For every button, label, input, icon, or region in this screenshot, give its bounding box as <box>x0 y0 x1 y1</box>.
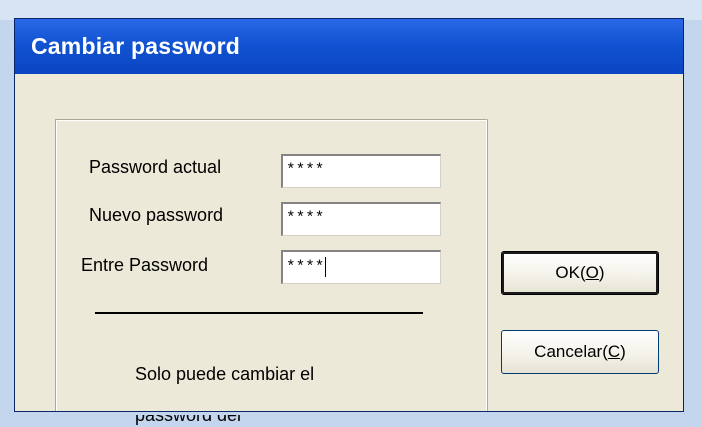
password-note-clipped: password del <box>87 415 427 427</box>
text-cursor <box>325 257 327 277</box>
dialog-title-bar[interactable]: Cambiar password <box>15 19 683 74</box>
current-password-value: **** <box>286 161 325 179</box>
ok-label-prefix: OK( <box>555 263 586 282</box>
confirm-password-value: **** <box>286 258 325 277</box>
confirm-password-field[interactable]: **** <box>281 250 441 284</box>
cancel-button[interactable]: Cancelar(C) <box>501 330 659 374</box>
new-password-value: **** <box>286 209 325 227</box>
ok-button[interactable]: OK(O) <box>501 251 659 295</box>
password-note-text: Solo puede cambiar el <box>135 364 315 384</box>
current-password-field[interactable]: **** <box>281 154 441 188</box>
cancel-accelerator: C <box>607 342 621 361</box>
confirm-password-label: Entre Password <box>81 255 209 275</box>
new-password-label: Nuevo password <box>89 205 224 225</box>
change-password-dialog: Cambiar password Password actual **** Nu… <box>14 18 684 425</box>
desktop-background <box>0 0 702 20</box>
dialog-title: Cambiar password <box>31 33 240 59</box>
ok-label-suffix: ) <box>598 263 605 282</box>
divider-line <box>95 312 423 314</box>
password-note-second-line: password del <box>135 415 242 425</box>
new-password-field[interactable]: **** <box>281 202 441 236</box>
ok-accelerator: O <box>585 263 599 282</box>
cancel-label-suffix: ) <box>620 342 626 361</box>
current-password-label: Password actual <box>89 157 222 177</box>
cancel-label-prefix: Cancelar( <box>534 342 608 361</box>
